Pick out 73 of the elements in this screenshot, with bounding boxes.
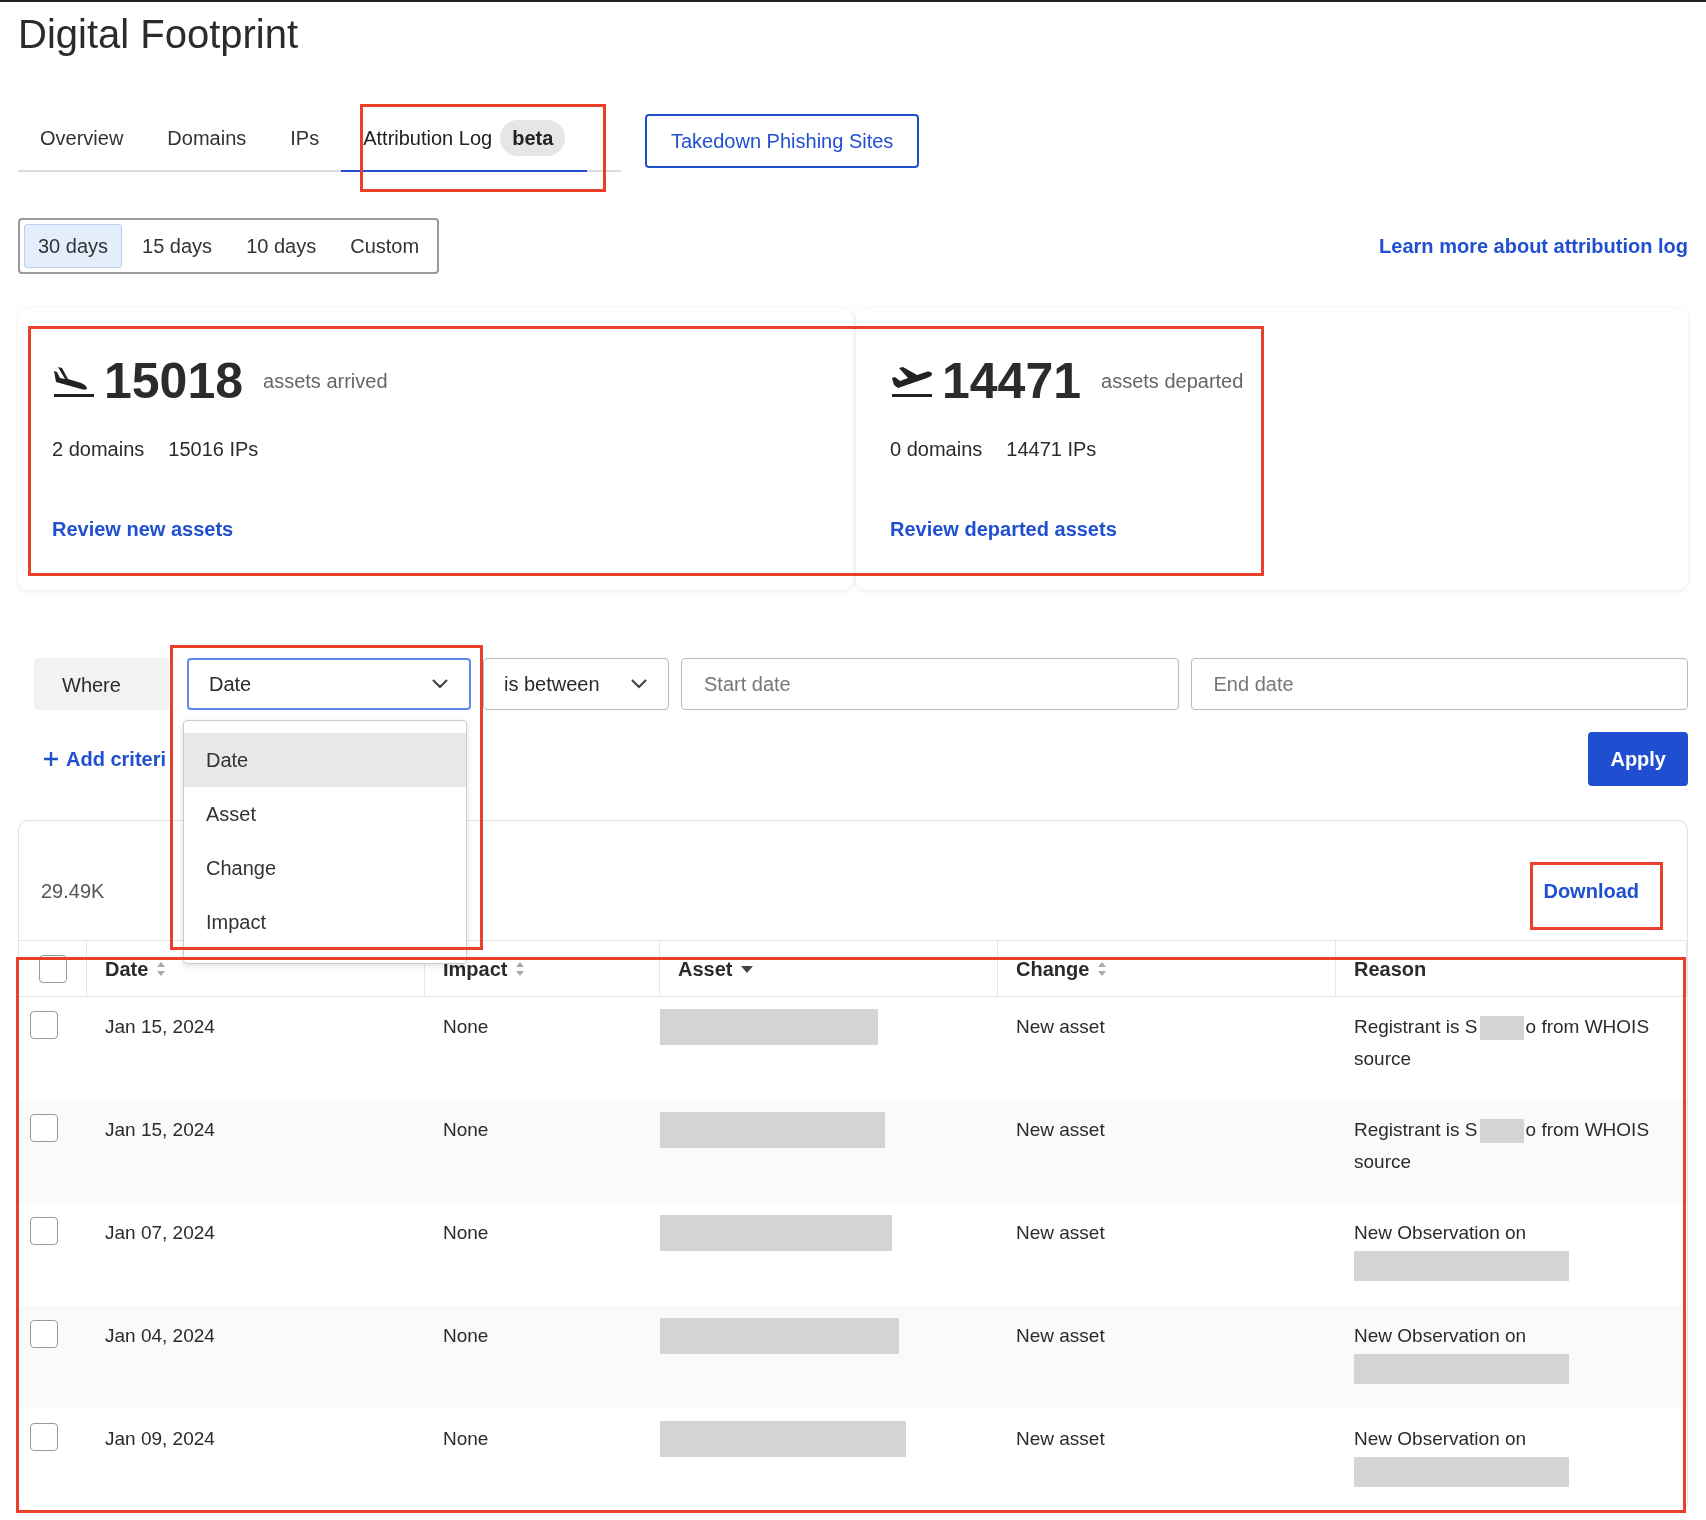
table-cell: None bbox=[425, 1306, 660, 1409]
menu-item[interactable]: Change bbox=[184, 841, 466, 895]
table-cell-text: None bbox=[442, 1427, 490, 1451]
beta-badge: beta bbox=[500, 120, 566, 156]
tab[interactable]: IPs bbox=[268, 110, 342, 172]
domain-count: 0 domains bbox=[890, 437, 983, 462]
tab[interactable]: Attribution Log beta bbox=[341, 110, 588, 172]
count-caption: assets departed bbox=[1101, 369, 1244, 394]
checkbox[interactable] bbox=[30, 1320, 58, 1348]
table-cell-text: New Observation on bbox=[1354, 1221, 1528, 1245]
checkbox[interactable] bbox=[38, 954, 67, 983]
table-cell-text: New Observation on bbox=[1354, 1427, 1528, 1451]
column-header[interactable]: Change bbox=[1016, 953, 1090, 984]
asset-count: 15018 bbox=[104, 356, 244, 406]
range-button[interactable]: Custom bbox=[336, 224, 434, 268]
sort-icon bbox=[156, 960, 167, 977]
table-cell: Jan 04, 2024 bbox=[87, 1306, 425, 1409]
table-cell-text: New asset bbox=[1015, 1221, 1106, 1245]
end-date-field[interactable]: End date bbox=[1190, 658, 1688, 710]
sort-descending-icon bbox=[740, 963, 755, 974]
table-cell-text: Jan 15, 2024 bbox=[104, 1015, 216, 1039]
tab[interactable]: Overview bbox=[18, 110, 146, 172]
sort-icon bbox=[515, 960, 526, 977]
checkbox[interactable] bbox=[30, 1011, 58, 1039]
field-select[interactable]: Date bbox=[187, 658, 471, 710]
table-cell-text: None bbox=[442, 1015, 490, 1039]
table-cell-text: Jan 09, 2024 bbox=[104, 1427, 216, 1451]
add-criteria-link[interactable]: Add criteri bbox=[42, 744, 167, 774]
ip-count: 15016 IPs bbox=[168, 437, 259, 462]
column-header[interactable]: Date bbox=[105, 953, 149, 984]
table-cell: New asset bbox=[998, 1100, 1336, 1203]
domain-count: 2 domains bbox=[52, 437, 145, 462]
chevron-icon bbox=[630, 678, 648, 690]
review-link[interactable]: Review new assets bbox=[52, 514, 234, 544]
checkbox[interactable] bbox=[30, 1217, 58, 1245]
plus-icon bbox=[42, 750, 60, 768]
menu-item[interactable]: Impact bbox=[184, 895, 466, 949]
operator-select[interactable]: is between bbox=[483, 658, 669, 710]
table-cell-text: Jan 07, 2024 bbox=[104, 1221, 216, 1245]
menu-item[interactable]: Date bbox=[184, 733, 466, 787]
download-button[interactable]: Download bbox=[1537, 874, 1645, 907]
page-title: Digital Footprint bbox=[18, 11, 300, 58]
start-date-field[interactable]: Start date bbox=[681, 658, 1179, 710]
table-cell-text: New asset bbox=[1015, 1427, 1106, 1451]
checkbox[interactable] bbox=[30, 1114, 58, 1142]
result-count: 29.49K bbox=[41, 878, 105, 904]
table-cell-text: Registrant is S o from WHOIS source bbox=[1354, 1117, 1651, 1175]
range-button[interactable]: 15 days bbox=[128, 224, 227, 268]
sort-icon bbox=[1097, 960, 1108, 977]
table-cell-text: None bbox=[442, 1221, 490, 1245]
range-button[interactable]: 30 days bbox=[24, 224, 123, 268]
table-cell: Jan 15, 2024 bbox=[87, 1100, 425, 1203]
table-cell-text: Registrant is S o from WHOIS source bbox=[1354, 1014, 1651, 1072]
table-cell-text: New Observation on bbox=[1354, 1324, 1528, 1348]
review-link[interactable]: Review departed assets bbox=[890, 514, 1117, 544]
range-button[interactable]: 10 days bbox=[232, 224, 331, 268]
takedown-button[interactable]: Takedown Phishing Sites bbox=[645, 114, 920, 168]
where-label: Where bbox=[34, 658, 169, 710]
tab[interactable]: Domains bbox=[145, 110, 269, 172]
table-cell-text: New asset bbox=[1015, 1015, 1106, 1039]
chevron-icon bbox=[431, 678, 449, 690]
menu-item[interactable]: Asset bbox=[184, 787, 466, 841]
count-caption: assets arrived bbox=[263, 369, 388, 394]
ip-count: 14471 IPs bbox=[1006, 437, 1097, 462]
learn-more-link[interactable]: Learn more about attribution log bbox=[1379, 231, 1688, 261]
asset-count: 14471 bbox=[942, 356, 1082, 406]
table-cell: None bbox=[425, 1100, 660, 1203]
column-header[interactable]: Reason bbox=[1354, 953, 1427, 984]
table-cell: New asset bbox=[998, 1306, 1336, 1409]
apply-button[interactable]: Apply bbox=[1588, 732, 1688, 786]
column-header[interactable]: Impact bbox=[443, 953, 508, 984]
checkbox[interactable] bbox=[30, 1423, 58, 1451]
column-header[interactable]: Asset bbox=[678, 953, 733, 984]
